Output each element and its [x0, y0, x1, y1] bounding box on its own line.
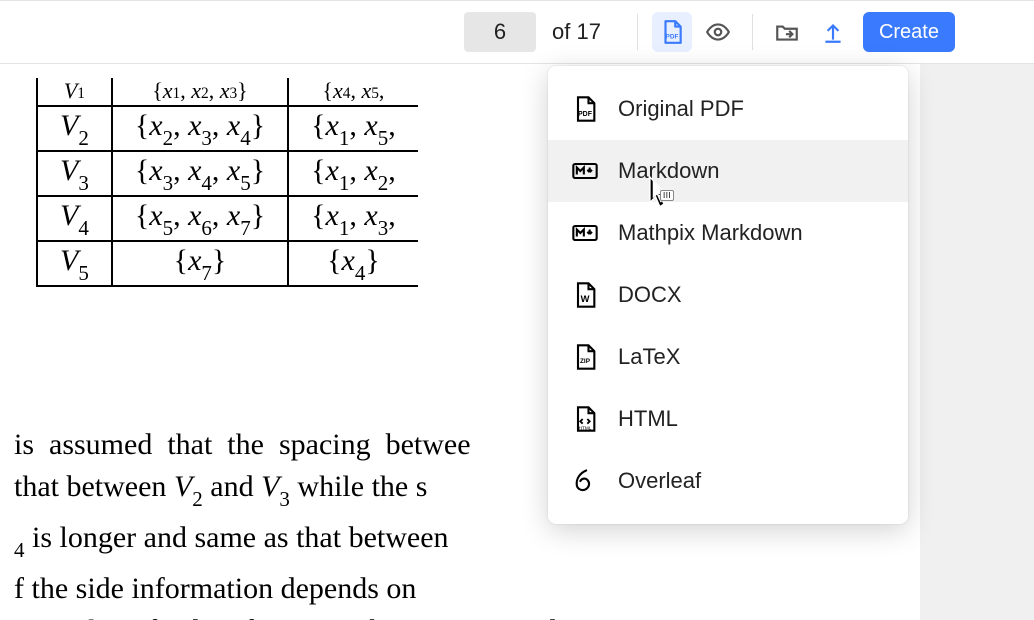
- overleaf-icon: [570, 466, 600, 496]
- export-option-label: LaTeX: [618, 344, 680, 370]
- table-cell: V4: [37, 196, 112, 241]
- table-cell: {x1, x2,: [288, 151, 418, 196]
- create-button[interactable]: Create: [863, 12, 955, 52]
- open-folder-button[interactable]: [767, 12, 807, 52]
- table-cell: V2: [37, 106, 112, 151]
- right-gutter: [920, 64, 1034, 620]
- md-icon: [570, 156, 600, 186]
- eye-icon: [705, 19, 731, 45]
- text-line: 4 is longer and same as that between: [14, 517, 774, 568]
- export-option-overleaf[interactable]: Overleaf: [548, 450, 908, 512]
- format-dropdown-trigger[interactable]: PDF: [652, 12, 692, 52]
- export-option-html[interactable]: HTML HTML: [548, 388, 908, 450]
- svg-text:PDF: PDF: [578, 111, 593, 118]
- toolbar-divider: [637, 14, 638, 50]
- table-row: V4 {x5, x6, x7} {x1, x3,: [37, 196, 418, 241]
- export-option-pdf[interactable]: PDF Original PDF: [548, 78, 908, 140]
- table-cell: {x2, x3, x4}: [112, 106, 288, 151]
- table-row: V5 {x7} {x4}: [37, 241, 418, 286]
- text-line: e overlap of side information between V3…: [14, 610, 774, 620]
- export-option-md[interactable]: Mathpix Markdown: [548, 202, 908, 264]
- svg-text:HTML: HTML: [579, 426, 592, 431]
- table-row: V2 {x2, x3, x4} {x1, x5,: [37, 106, 418, 151]
- svg-text:PDF: PDF: [665, 34, 678, 41]
- table-row: V3 {x3, x4, x5} {x1, x2,: [37, 151, 418, 196]
- text-line: f the side information depends on: [14, 568, 774, 610]
- toolbar-divider: [752, 14, 753, 50]
- page-number-input[interactable]: [464, 12, 536, 52]
- folder-open-icon: [774, 19, 800, 45]
- md-icon: [570, 218, 600, 248]
- table-cell: V5: [37, 241, 112, 286]
- table-row: V1 {x1, x2, x3} {x4, x5,: [37, 78, 418, 106]
- table-cell: {x1, x3,: [288, 196, 418, 241]
- pdf-icon: PDF: [659, 19, 685, 45]
- toolbar: of 17 PDF Create: [0, 0, 1034, 64]
- html-icon: HTML: [570, 404, 600, 434]
- page-total: of 17: [552, 19, 601, 45]
- preview-button[interactable]: [698, 12, 738, 52]
- table-cell: V1: [37, 78, 112, 106]
- table-cell: {x3, x4, x5}: [112, 151, 288, 196]
- upload-icon: [820, 19, 846, 45]
- export-option-docx[interactable]: W DOCX: [548, 264, 908, 326]
- pdf-icon: PDF: [570, 94, 600, 124]
- svg-text:W: W: [581, 294, 590, 304]
- export-option-md[interactable]: Markdown: [548, 140, 908, 202]
- latex-icon: ZIP: [570, 342, 600, 372]
- export-option-latex[interactable]: ZIP LaTeX: [548, 326, 908, 388]
- table-cell: {x4}: [288, 241, 418, 286]
- table-cell: {x4, x5,: [288, 78, 418, 106]
- table-cell: {x1, x2, x3}: [112, 78, 288, 106]
- table-cell: {x7}: [112, 241, 288, 286]
- export-option-label: HTML: [618, 406, 678, 432]
- upload-button[interactable]: [813, 12, 853, 52]
- export-option-label: Overleaf: [618, 468, 701, 494]
- export-option-label: DOCX: [618, 282, 682, 308]
- table-cell: {x1, x5,: [288, 106, 418, 151]
- table-cell: {x5, x6, x7}: [112, 196, 288, 241]
- export-option-label: Mathpix Markdown: [618, 220, 803, 246]
- export-option-label: Original PDF: [618, 96, 744, 122]
- math-table: V1 {x1, x2, x3} {x4, x5, V2 {x2, x3, x4}…: [36, 78, 418, 287]
- svg-text:ZIP: ZIP: [580, 358, 591, 365]
- table-cell: V3: [37, 151, 112, 196]
- export-option-label: Markdown: [618, 158, 719, 184]
- export-format-dropdown: PDF Original PDF Markdown Mathpix Markdown W…: [548, 66, 908, 524]
- docx-icon: W: [570, 280, 600, 310]
